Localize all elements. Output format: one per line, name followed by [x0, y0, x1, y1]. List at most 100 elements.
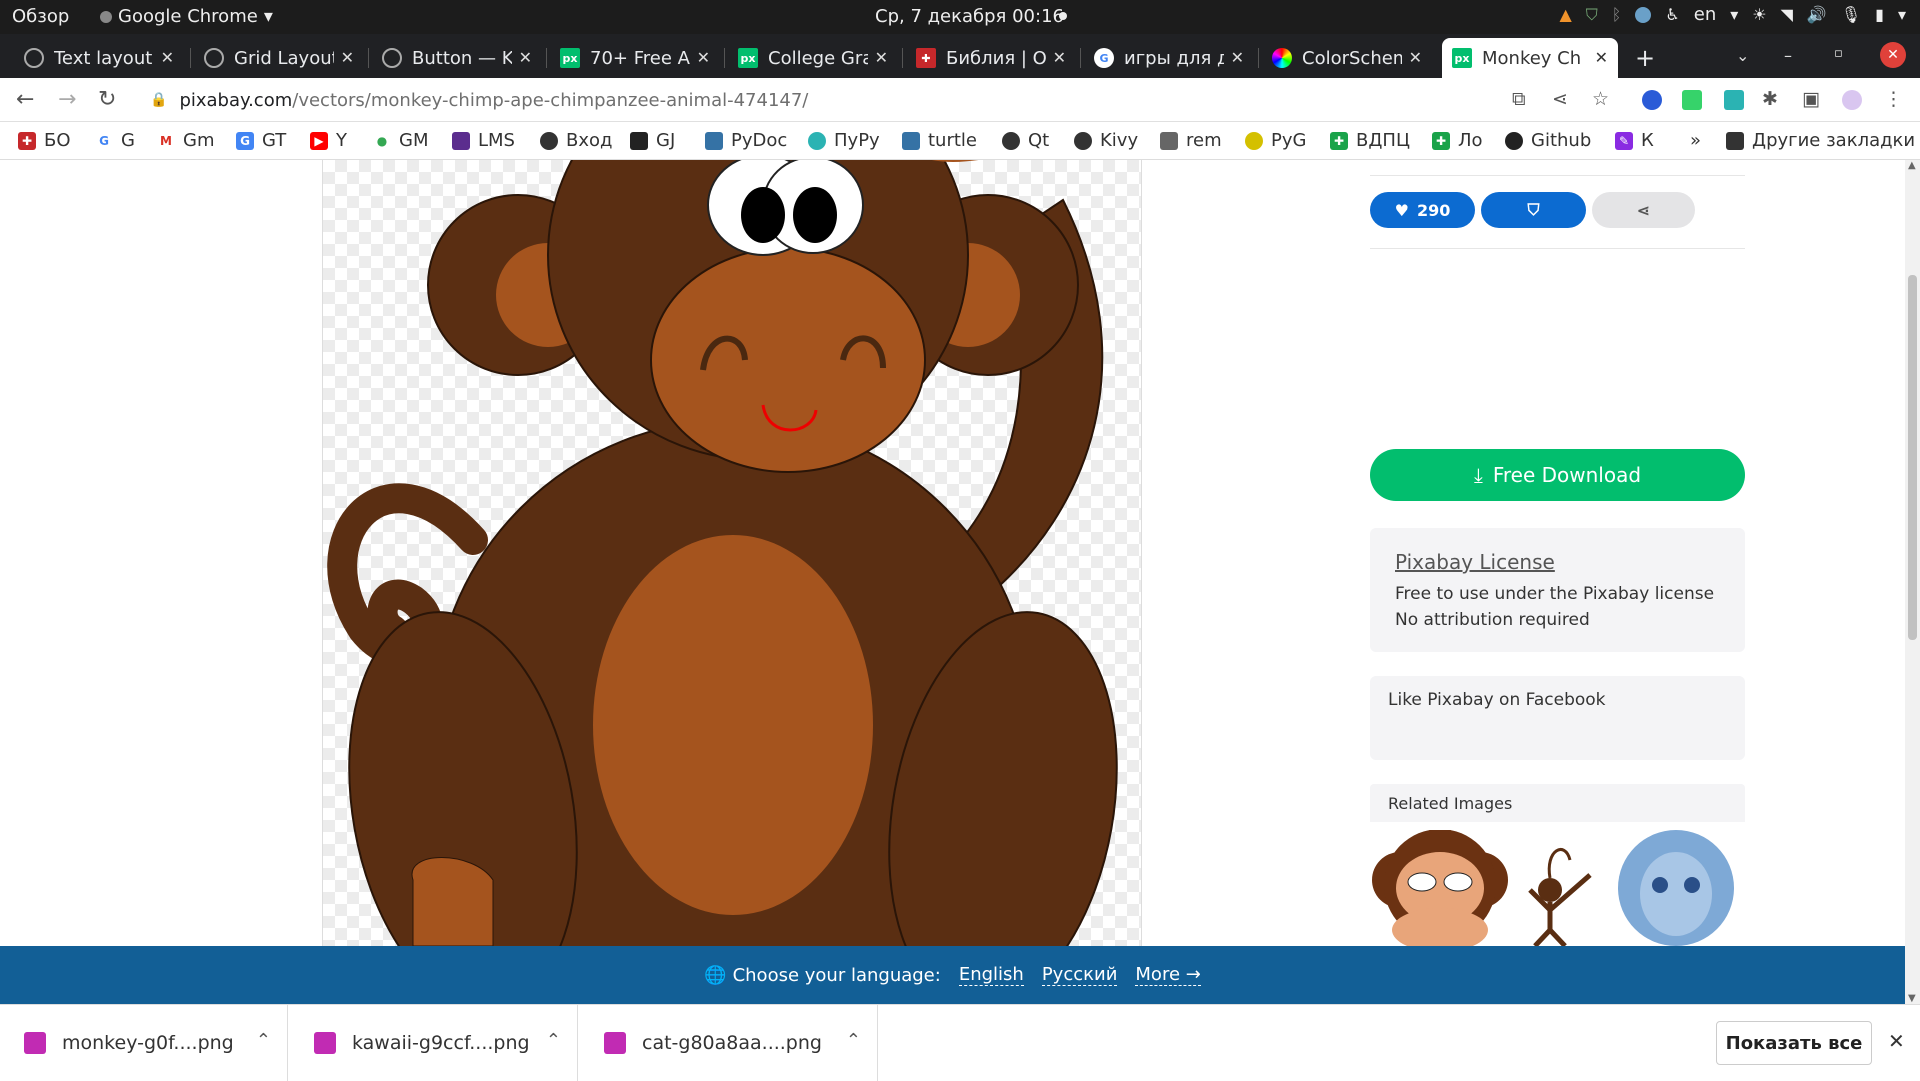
download-item[interactable]: monkey-g0f....png ⌃	[0, 1005, 288, 1081]
menu-kebab-icon[interactable]: ⋮	[1884, 88, 1903, 110]
close-tab-icon[interactable]: ✕	[1231, 48, 1244, 67]
share-icon[interactable]: ⋖	[1552, 88, 1568, 110]
bookmark-item[interactable]: ПуРу	[808, 130, 880, 151]
bookmark-item[interactable]: ✎ К	[1615, 130, 1654, 151]
new-tab-button[interactable]: +	[1635, 44, 1655, 72]
bookmark-item[interactable]: rem	[1160, 130, 1222, 151]
download-item[interactable]: kawaii-g9ccf....png ⌃	[290, 1005, 578, 1081]
tab-active[interactable]: px Monkey Ch ✕	[1442, 38, 1618, 78]
bookmark-item[interactable]: GG	[95, 130, 135, 151]
download-item[interactable]: cat-g80a8aa....png ⌃	[580, 1005, 878, 1081]
extension-badge-icon[interactable]	[1724, 90, 1744, 110]
license-link[interactable]: Pixabay License	[1395, 550, 1555, 574]
back-button[interactable]: ←	[16, 87, 34, 112]
bookmarks-overflow-button[interactable]: »	[1690, 130, 1701, 151]
related-image-thumb[interactable]	[1515, 830, 1605, 946]
tab[interactable]: Button — K ✕	[372, 38, 542, 78]
reload-button[interactable]: ↻	[98, 87, 116, 112]
shield-icon[interactable]: ⛉	[1586, 5, 1598, 25]
volume-icon[interactable]: 🔊	[1807, 5, 1827, 24]
close-tab-icon[interactable]: ✕	[1409, 48, 1422, 67]
bookmark-star-icon[interactable]: ☆	[1592, 88, 1609, 110]
tab-search-icon[interactable]: ⌄	[1736, 46, 1749, 65]
share-button[interactable]: ⋖	[1592, 192, 1695, 228]
chevron-up-icon[interactable]: ⌃	[256, 1030, 271, 1051]
python-icon	[705, 131, 723, 150]
close-tab-icon[interactable]: ✕	[875, 48, 888, 67]
close-downloads-icon[interactable]: ✕	[1888, 1029, 1905, 1053]
vlc-icon[interactable]: ▲	[1559, 5, 1571, 24]
microphone-icon[interactable]: 🎙	[1841, 5, 1861, 24]
language-russian-link[interactable]: Русский	[1041, 964, 1118, 986]
address-bar[interactable]: 🔒 pixabay.com /vectors/monkey-chimp-ape-…	[140, 83, 1510, 117]
chevron-down-icon[interactable]: ▾	[1898, 5, 1906, 24]
wifi-icon[interactable]: ◥	[1781, 5, 1793, 24]
activities-button[interactable]: Обзор	[12, 6, 69, 27]
related-image-thumb[interactable]	[1370, 830, 1510, 946]
bookmark-item[interactable]: ✚ ВДПЦ	[1330, 130, 1410, 151]
close-tab-icon[interactable]: ✕	[1595, 48, 1608, 67]
save-collection-button[interactable]: ⛉	[1481, 192, 1586, 228]
tab[interactable]: ✚ Библия | О ✕	[906, 38, 1076, 78]
language-more-link[interactable]: More →	[1135, 964, 1201, 986]
bookmark-item[interactable]: Github	[1505, 130, 1591, 151]
tab[interactable]: px 70+ Free Ac ✕	[550, 38, 720, 78]
bookmark-item[interactable]: M Gm	[157, 130, 214, 151]
tab[interactable]: ColorScheme ✕	[1262, 38, 1432, 78]
extension-firefox-icon[interactable]	[1642, 90, 1662, 110]
bookmark-item[interactable]: GJ	[630, 130, 675, 151]
clock[interactable]: Ср, 7 декабря 00:16	[875, 6, 1064, 27]
app-menu[interactable]: Google Chrome ▾	[100, 6, 273, 27]
bookmark-item[interactable]: PyDoc	[705, 130, 787, 151]
tab[interactable]: G игры для д ✕	[1084, 38, 1254, 78]
close-window-button[interactable]: ✕	[1880, 42, 1906, 68]
other-bookmarks-folder[interactable]: Другие закладки	[1726, 130, 1915, 151]
close-tab-icon[interactable]: ✕	[161, 48, 174, 67]
close-tab-icon[interactable]: ✕	[519, 48, 532, 67]
language-english-link[interactable]: English	[958, 964, 1024, 986]
accessibility-icon[interactable]: ♿	[1665, 5, 1679, 24]
bookmark-item[interactable]: ▶ Y	[310, 130, 347, 151]
chevron-up-icon[interactable]: ⌃	[846, 1030, 861, 1051]
bookmark-item[interactable]: ● GM	[373, 130, 429, 151]
scrollbar-thumb[interactable]	[1908, 275, 1917, 640]
battery-icon[interactable]: ▮	[1875, 5, 1884, 24]
bookmark-item[interactable]: LMS	[452, 130, 515, 151]
bookmark-item[interactable]: G GT	[236, 130, 286, 151]
chevron-up-icon[interactable]: ⌃	[546, 1030, 561, 1051]
minimize-button[interactable]: –	[1784, 46, 1792, 65]
tab[interactable]: Text layout ✕	[14, 38, 184, 78]
bookmark-item[interactable]: turtle	[902, 130, 977, 151]
free-download-button[interactable]: ⤓ Free Download	[1370, 449, 1745, 501]
close-tab-icon[interactable]: ✕	[341, 48, 354, 67]
related-image-thumb[interactable]	[1608, 830, 1744, 946]
lock-icon[interactable]: 🔒	[150, 92, 167, 108]
extensions-puzzle-icon[interactable]: ✱	[1762, 88, 1778, 110]
side-panel-icon[interactable]: ▣	[1802, 88, 1820, 110]
bookmark-item[interactable]: Kivy	[1074, 130, 1138, 151]
restore-button[interactable]: ▫	[1834, 46, 1843, 61]
close-tab-icon[interactable]: ✕	[697, 48, 710, 67]
bookmark-item[interactable]: ✚ БО	[18, 130, 71, 151]
forward-button[interactable]: →	[58, 87, 76, 112]
extension-green-icon[interactable]	[1682, 90, 1702, 110]
translate-icon[interactable]: ⧉	[1512, 88, 1526, 110]
image-preview[interactable]	[322, 160, 1142, 946]
weather-icon[interactable]	[1635, 6, 1652, 23]
profile-avatar[interactable]	[1842, 90, 1862, 110]
bluetooth-icon[interactable]: ᛒ	[1612, 5, 1622, 24]
tab[interactable]: Grid Layout ✕	[194, 38, 364, 78]
bookmark-item[interactable]: ✚ Ло	[1432, 130, 1483, 151]
scrollbar[interactable]: ▲ ▼	[1905, 160, 1920, 1004]
keyboard-layout[interactable]: en	[1694, 4, 1716, 25]
brightness-icon[interactable]: ☀	[1752, 5, 1766, 24]
close-tab-icon[interactable]: ✕	[1053, 48, 1066, 67]
show-all-downloads-button[interactable]: Показать все	[1716, 1021, 1872, 1065]
bookmark-item[interactable]: PyG	[1245, 130, 1306, 151]
like-button[interactable]: ♥ 290	[1370, 192, 1475, 228]
tab[interactable]: px College Gra ✕	[728, 38, 898, 78]
scroll-down-arrow-icon[interactable]: ▼	[1908, 993, 1916, 1004]
bookmark-item[interactable]: Qt	[1002, 130, 1049, 151]
bookmark-item[interactable]: Вход	[540, 130, 612, 151]
scroll-up-arrow-icon[interactable]: ▲	[1908, 160, 1916, 171]
